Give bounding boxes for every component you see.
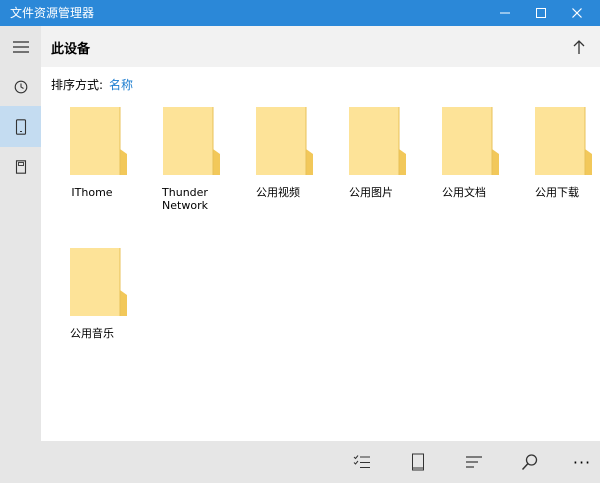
sidebar-item-this-device[interactable]	[0, 106, 41, 147]
arrow-up-icon	[573, 40, 585, 54]
minimize-icon	[500, 12, 510, 14]
up-button[interactable]	[566, 34, 592, 60]
header-bar: 此设备	[41, 26, 600, 67]
view-button[interactable]	[405, 449, 431, 475]
clock-icon	[14, 80, 27, 93]
sort-button[interactable]	[461, 449, 487, 475]
folder-item[interactable]: Thunder Network	[145, 107, 225, 227]
folder-item[interactable]: 公用图片	[331, 107, 411, 227]
folder-icon	[70, 107, 127, 175]
folder-item[interactable]: 公用下载	[517, 107, 597, 227]
folder-icon	[163, 107, 220, 175]
search-button[interactable]	[517, 449, 543, 475]
sort-icon	[466, 456, 482, 468]
maximize-button[interactable]	[523, 0, 559, 26]
folder-label: 公用图片	[349, 186, 393, 199]
sort-bar: 排序方式: 名称	[51, 76, 133, 93]
folder-item[interactable]: 公用视频	[238, 107, 318, 227]
more-button[interactable]: ···	[567, 449, 597, 475]
select-button[interactable]	[349, 449, 375, 475]
view-icon	[412, 453, 424, 471]
folder-item[interactable]: 公用文档	[424, 107, 504, 227]
phone-icon	[15, 118, 26, 135]
menu-button[interactable]	[0, 26, 41, 67]
close-icon	[572, 8, 582, 18]
folder-icon	[535, 107, 592, 175]
page-title: 此设备	[51, 42, 91, 57]
close-button[interactable]	[559, 0, 595, 26]
more-icon: ···	[572, 452, 592, 472]
search-icon	[521, 454, 538, 471]
folder-item[interactable]: IThome	[52, 107, 132, 227]
folder-label: IThome	[71, 186, 113, 199]
folder-icon	[442, 107, 499, 175]
sidebar-item-storage[interactable]	[0, 146, 41, 187]
sort-label: 排序方式:	[51, 78, 104, 92]
sidebar-item-recent[interactable]	[0, 66, 41, 107]
folder-icon	[349, 107, 406, 175]
maximize-icon	[536, 8, 546, 18]
window-title: 文件资源管理器	[10, 6, 95, 20]
minimize-button[interactable]	[487, 0, 523, 26]
folder-label: 公用视频	[256, 186, 300, 199]
folder-label: 公用文档	[442, 186, 486, 199]
sidebar	[0, 26, 41, 483]
multi-select-icon	[353, 455, 370, 468]
folder-label: 公用音乐	[70, 327, 114, 340]
folder-icon	[256, 107, 313, 175]
title-bar: 文件资源管理器	[0, 0, 600, 26]
sd-card-icon	[15, 159, 26, 174]
command-bar: ···	[41, 441, 600, 483]
sort-value-link[interactable]: 名称	[109, 78, 133, 92]
folder-label: Thunder Network	[162, 186, 208, 212]
menu-icon	[12, 40, 29, 53]
folder-item[interactable]: 公用音乐	[52, 248, 132, 368]
folder-icon	[70, 248, 127, 316]
folder-label: 公用下载	[535, 186, 579, 199]
